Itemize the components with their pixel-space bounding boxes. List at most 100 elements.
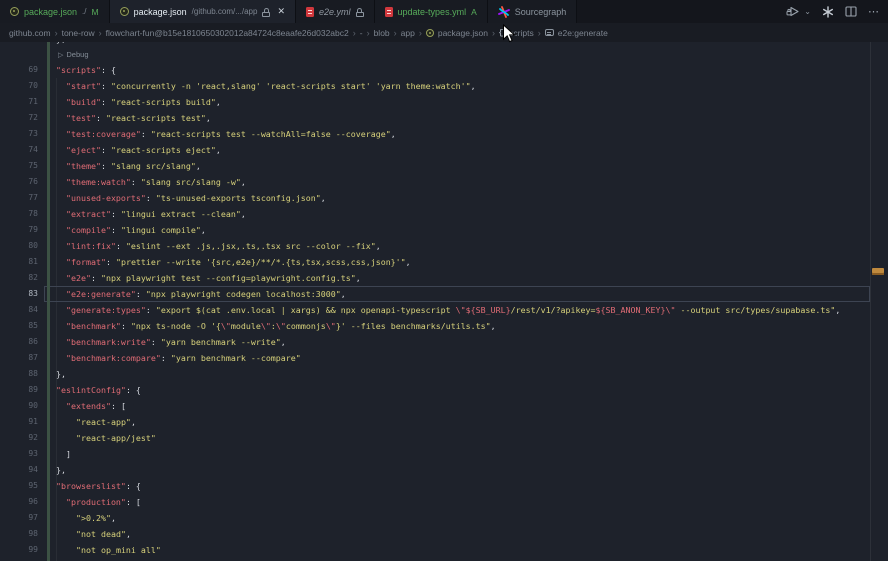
code-lines: 69 "scripts": {70 "start": "concurrently… xyxy=(0,62,888,561)
tab-package-json-local[interactable]: package.json ./ M xyxy=(0,0,110,23)
line-number[interactable]: 81 xyxy=(0,254,38,270)
code-line-91[interactable]: 91 "react-app", xyxy=(0,414,888,430)
code-line-88[interactable]: 88 }, xyxy=(0,366,888,382)
line-number[interactable]: 95 xyxy=(0,478,38,494)
code-line-87[interactable]: 87 "benchmark:compare": "yarn benchmark … xyxy=(0,350,888,366)
run-menu-icon[interactable] xyxy=(786,5,801,18)
code-line-99[interactable]: 99 "not op_mini all" xyxy=(0,542,888,558)
code-line-86[interactable]: 86 "benchmark:write": "yarn benchmark --… xyxy=(0,334,888,350)
code-line-95[interactable]: 95 "browserslist": { xyxy=(0,478,888,494)
chevron-right-icon: › xyxy=(352,27,356,38)
code-line-73[interactable]: 73 "test:coverage": "react-scripts test … xyxy=(0,126,888,142)
code-text: "start": "concurrently -n 'react,slang' … xyxy=(65,81,476,91)
line-number[interactable]: 93 xyxy=(0,446,38,462)
code-line-97[interactable]: 97 ">0.2%", xyxy=(0,510,888,526)
line-number[interactable]: 97 xyxy=(0,510,38,526)
code-line-75[interactable]: 75 "theme": "slang src/slang", xyxy=(0,158,888,174)
line-number[interactable]: 82 xyxy=(0,270,38,286)
code-line-70[interactable]: 70 "start": "concurrently -n 'react,slan… xyxy=(0,78,888,94)
breadcrumb-item-scripts[interactable]: {} scripts xyxy=(499,28,534,38)
more-actions-icon[interactable]: ⋯ xyxy=(868,5,880,18)
line-number[interactable]: 70 xyxy=(0,78,38,94)
code-line-74[interactable]: 74 "eject": "react-scripts eject", xyxy=(0,142,888,158)
line-number[interactable]: 96 xyxy=(0,494,38,510)
tab-e2e-yml[interactable]: e2e.yml xyxy=(296,0,375,23)
tab-sourcegraph[interactable]: Sourcegraph xyxy=(487,0,578,23)
code-line-98[interactable]: 98 "not dead", xyxy=(0,526,888,542)
chevron-right-icon: › xyxy=(393,27,397,38)
line-number[interactable]: 79 xyxy=(0,222,38,238)
tab-label: e2e.yml xyxy=(319,6,351,17)
line-number[interactable]: 75 xyxy=(0,158,38,174)
code-line-71[interactable]: 71 "build": "react-scripts build", xyxy=(0,94,888,110)
line-number[interactable]: 78 xyxy=(0,206,38,222)
line-number[interactable]: 69 xyxy=(0,62,38,78)
line-number[interactable]: 83 xyxy=(0,286,38,302)
breadcrumb-item-github-com[interactable]: github.com xyxy=(9,28,51,38)
breadcrumb-label: blob xyxy=(373,27,390,38)
line-number[interactable]: 92 xyxy=(0,430,38,446)
tab-update-types-yml[interactable]: update-types.yml A xyxy=(374,0,488,23)
chevron-right-icon: › xyxy=(54,27,58,38)
code-text: "extract": "lingui extract --clean", xyxy=(65,209,246,219)
debug-codelens[interactable]: ▷ Debug xyxy=(0,47,888,62)
code-line-90[interactable]: 90 "extends": [ xyxy=(0,398,888,414)
git-modified-badge: M xyxy=(91,6,99,17)
line-number[interactable]: 91 xyxy=(0,414,38,430)
line-number[interactable]: 87 xyxy=(0,350,38,366)
split-editor-icon[interactable] xyxy=(845,6,857,17)
line-number[interactable]: 72 xyxy=(0,110,38,126)
breadcrumb-label: e2e:generate xyxy=(557,27,608,38)
code-line-69[interactable]: 69 "scripts": { xyxy=(0,62,888,78)
tab-package-json-remote[interactable]: package.json /github.com/.../app ✕ xyxy=(109,0,297,23)
code-line-72[interactable]: 72 "test": "react-scripts test", xyxy=(0,110,888,126)
line-number[interactable]: 94 xyxy=(0,462,38,478)
line-number[interactable]: 76 xyxy=(0,174,38,190)
chevron-right-icon: › xyxy=(491,27,495,38)
line-number[interactable]: 99 xyxy=(0,542,38,558)
code-line-80[interactable]: 80 "lint:fix": "eslint --ext .js,.jsx,.t… xyxy=(0,238,888,254)
line-number[interactable]: 86 xyxy=(0,334,38,350)
tab-label: update-types.yml xyxy=(397,6,467,17)
code-line-89[interactable]: 89 "eslintConfig": { xyxy=(0,382,888,398)
code-line-93[interactable]: 93 ] xyxy=(0,446,888,462)
sourcegraph-action-icon[interactable] xyxy=(822,5,834,18)
breadcrumb-item-package-json[interactable]: package.json xyxy=(425,28,488,38)
line-number[interactable]: 98 xyxy=(0,526,38,542)
breadcrumb-label: scripts xyxy=(509,27,534,38)
scrollbar-track[interactable] xyxy=(871,42,888,561)
breadcrumb-item-tone-row[interactable]: tone-row xyxy=(62,28,95,38)
code-line-79[interactable]: 79 "compile": "lingui compile", xyxy=(0,222,888,238)
code-line-83[interactable]: 83 "e2e:generate": "npx playwright codeg… xyxy=(0,286,888,302)
line-number[interactable]: 88 xyxy=(0,366,38,382)
code-line-84[interactable]: 84 "generate:types": "export $(cat .env.… xyxy=(0,302,888,318)
breadcrumb-item-blob[interactable]: blob xyxy=(374,28,390,38)
breadcrumb-item-app[interactable]: app xyxy=(401,28,415,38)
breadcrumb-item-e2e-generate[interactable]: e2e:generate xyxy=(544,27,608,38)
line-number[interactable]: 73 xyxy=(0,126,38,142)
lock-icon xyxy=(355,7,364,17)
line-number[interactable]: 90 xyxy=(0,398,38,414)
code-line-96[interactable]: 96 "production": [ xyxy=(0,494,888,510)
code-line-82[interactable]: 82 "e2e": "npx playwright test --config=… xyxy=(0,270,888,286)
git-change-gutter xyxy=(47,42,50,561)
chevron-down-icon[interactable]: ⌄ xyxy=(804,7,811,16)
line-number[interactable]: 71 xyxy=(0,94,38,110)
line-number[interactable]: 74 xyxy=(0,142,38,158)
code-line-77[interactable]: 77 "unused-exports": "ts-unused-exports … xyxy=(0,190,888,206)
code-line-81[interactable]: 81 "format": "prettier --write '{src,e2e… xyxy=(0,254,888,270)
code-line-85[interactable]: 85 "benchmark": "npx ts-node -O '{\"modu… xyxy=(0,318,888,334)
code-line-92[interactable]: 92 "react-app/jest" xyxy=(0,430,888,446)
code-editor[interactable]: }, ▷Debug 69 "scripts": {70 "start": "co… xyxy=(0,42,888,561)
line-number[interactable]: 77 xyxy=(0,190,38,206)
breadcrumb-item--[interactable]: - xyxy=(360,28,363,38)
code-line-94[interactable]: 94 }, xyxy=(0,462,888,478)
line-number[interactable]: 89 xyxy=(0,382,38,398)
code-line-76[interactable]: 76 "theme:watch": "slang src/slang -w", xyxy=(0,174,888,190)
breadcrumb-item-flowchart-fun-b15e1810650302012a84724c8eaafe26d032abc2[interactable]: flowchart-fun@b15e1810650302012a84724c8e… xyxy=(106,28,349,38)
line-number[interactable]: 84 xyxy=(0,302,38,318)
close-icon[interactable]: ✕ xyxy=(277,6,285,17)
line-number[interactable]: 80 xyxy=(0,238,38,254)
code-line-78[interactable]: 78 "extract": "lingui extract --clean", xyxy=(0,206,888,222)
line-number[interactable]: 85 xyxy=(0,318,38,334)
